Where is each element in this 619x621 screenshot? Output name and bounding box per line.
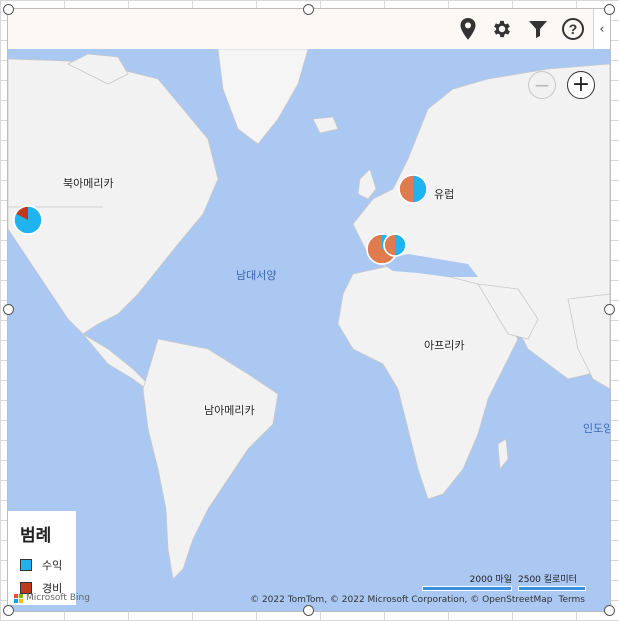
- resize-handle-top[interactable]: [303, 4, 314, 15]
- chevron-left-icon: ‹: [599, 21, 605, 37]
- europe-center-pie[interactable]: [382, 232, 408, 258]
- filter-icon[interactable]: [524, 15, 552, 43]
- north-america-pie[interactable]: [12, 204, 44, 236]
- attribution-text: © 2022 TomTom, © 2022 Microsoft Corporat…: [250, 595, 553, 605]
- map-toolbar: ? ‹: [8, 9, 610, 49]
- bing-brand-text: Microsoft Bing: [26, 593, 90, 603]
- scale-miles: 2000 마일: [422, 572, 512, 591]
- zoom-in-button[interactable]: +: [567, 71, 595, 99]
- plus-icon: +: [571, 72, 591, 97]
- label-europe: 유럽: [434, 188, 455, 201]
- terms-link[interactable]: Terms: [558, 595, 585, 605]
- label-indian-ocean: 인도양: [583, 422, 611, 435]
- resize-handle-right[interactable]: [604, 304, 615, 315]
- bing-logo: Microsoft Bing: [14, 593, 90, 603]
- scale-km-bar: [518, 586, 586, 591]
- resize-handle-top-left[interactable]: [3, 4, 14, 15]
- legend-item-revenue: 수익: [20, 557, 62, 573]
- legend-title: 범례: [20, 526, 52, 546]
- scale-miles-label: 2000 마일: [469, 575, 512, 585]
- label-africa: 아프리카: [424, 339, 465, 352]
- label-south-america: 남아메리카: [204, 404, 255, 417]
- svg-text:?: ?: [569, 21, 578, 37]
- map-land: [8, 48, 610, 611]
- attribution: © 2022 TomTom, © 2022 Microsoft Corporat…: [244, 595, 585, 605]
- resize-handle-left[interactable]: [3, 304, 14, 315]
- location-pin-icon[interactable]: [454, 15, 482, 43]
- legend-label-revenue: 수익: [42, 559, 63, 572]
- help-icon[interactable]: ?: [559, 15, 587, 43]
- gear-icon[interactable]: [488, 15, 516, 43]
- scale-miles-bar: [422, 586, 512, 591]
- map-chart[interactable]: ? ‹ 북아메리카 유럽 남대서양 아프리카 남아메리카 인도양 − + 범례 …: [7, 8, 611, 612]
- world-map[interactable]: 북아메리카 유럽 남대서양 아프리카 남아메리카 인도양 − + 범례 수익 경…: [8, 48, 611, 611]
- resize-handle-bottom-left[interactable]: [3, 605, 14, 616]
- scale-km-label: 2500 킬로미터: [518, 575, 577, 585]
- legend: 범례 수익 경비: [8, 511, 76, 605]
- legend-swatch-revenue: [20, 559, 32, 571]
- resize-handle-top-right[interactable]: [604, 4, 615, 15]
- zoom-out-button[interactable]: −: [528, 71, 556, 99]
- minus-icon: −: [533, 73, 551, 97]
- resize-handle-bottom[interactable]: [303, 605, 314, 616]
- scale-km: 2500 킬로미터: [518, 572, 586, 591]
- resize-handle-bottom-right[interactable]: [604, 605, 615, 616]
- europe-north-pie[interactable]: [397, 173, 429, 205]
- microsoft-logo-icon: [14, 593, 23, 603]
- collapse-panel-button[interactable]: ‹: [593, 9, 610, 49]
- label-south-atlantic: 남대서양: [236, 269, 277, 282]
- label-north-america: 북아메리카: [63, 177, 114, 190]
